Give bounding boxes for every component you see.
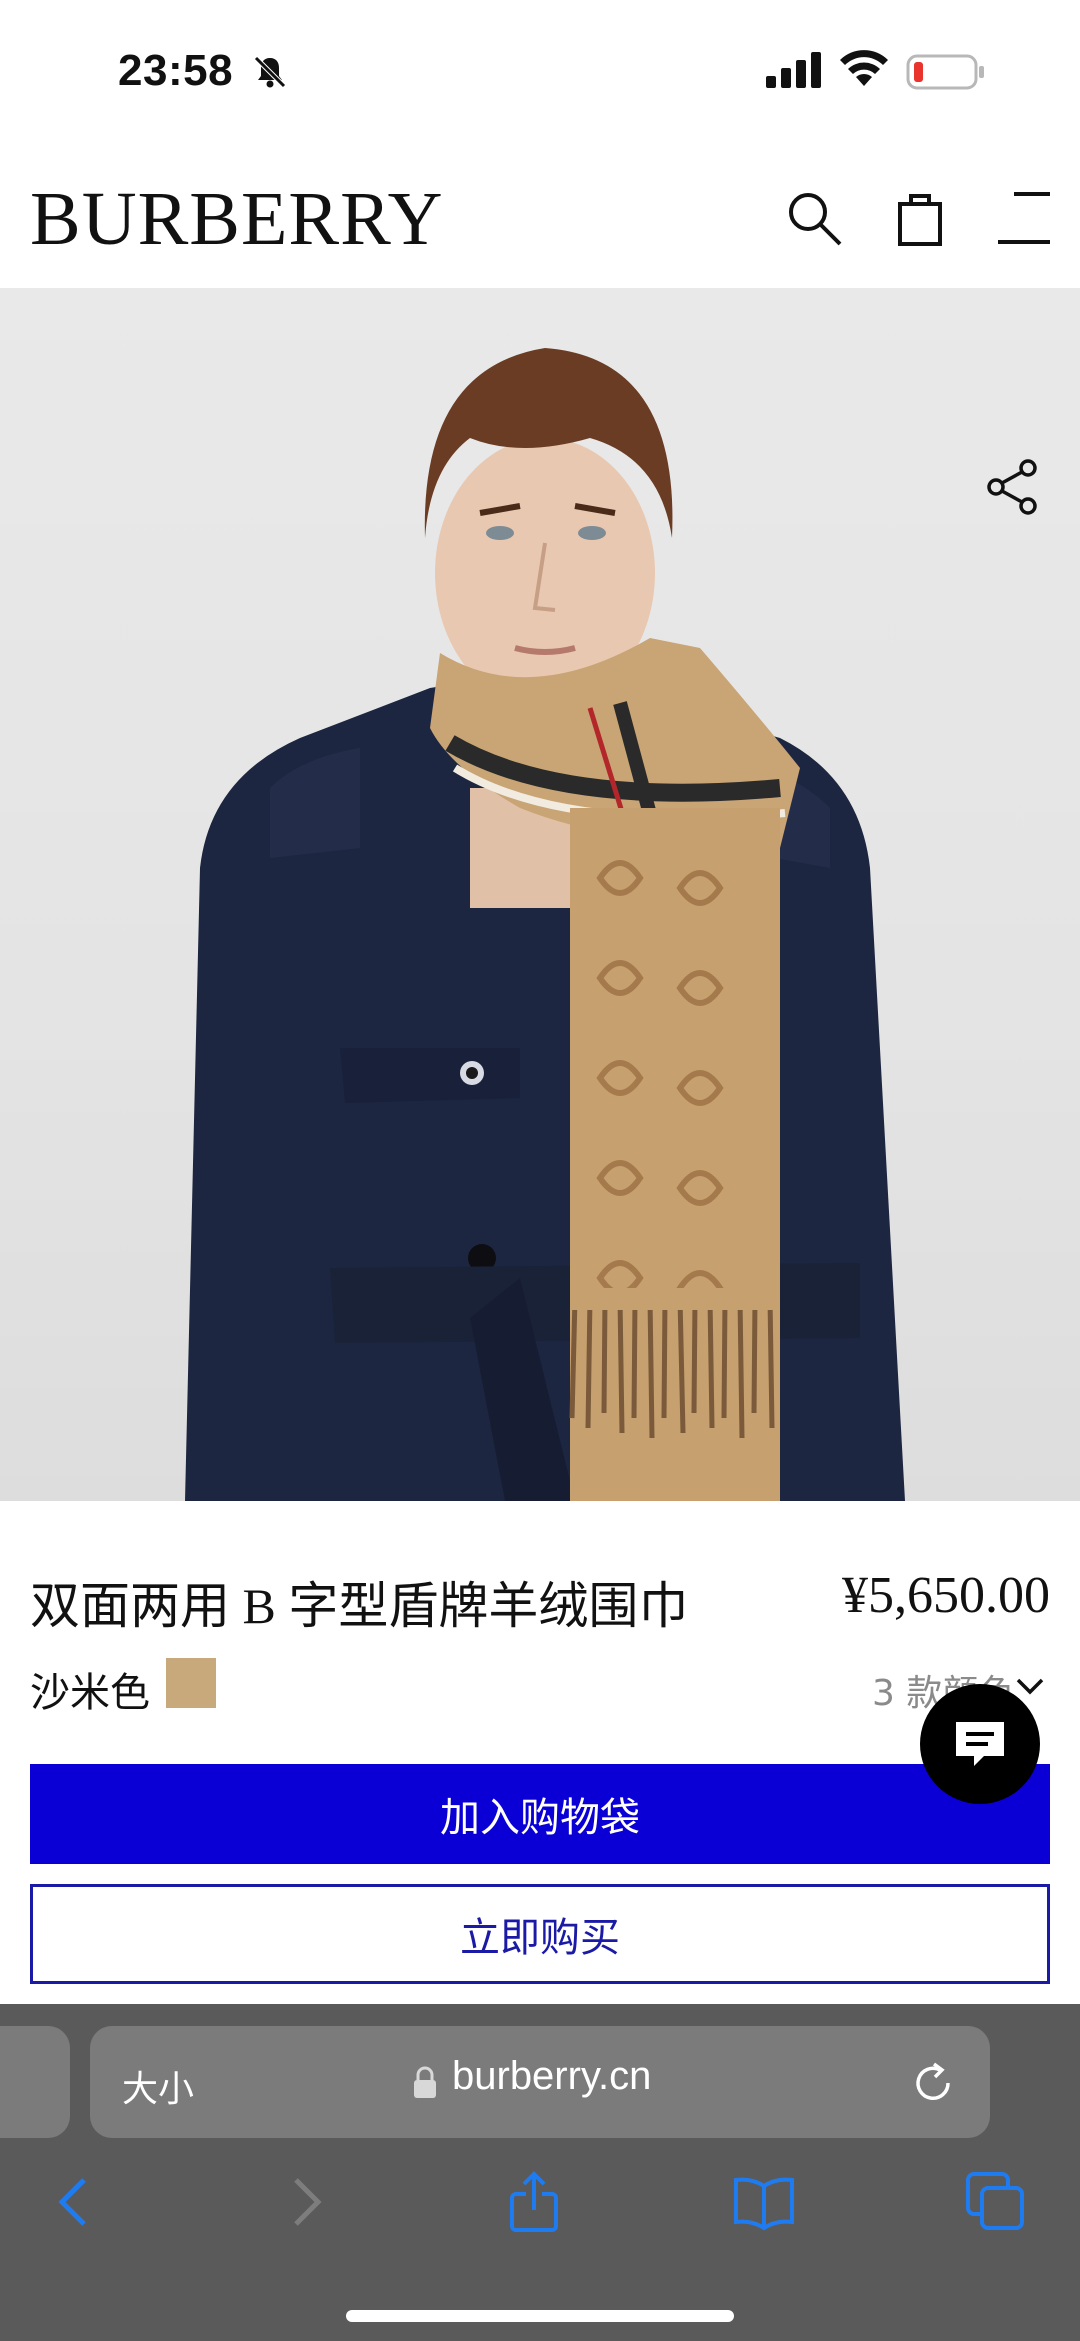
search-icon[interactable]	[782, 186, 846, 250]
home-indicator[interactable]	[346, 2310, 734, 2322]
share-sheet-icon[interactable]	[502, 2170, 566, 2234]
chat-button[interactable]	[920, 1684, 1040, 1804]
browser-chrome: 大小 burberry.cn	[0, 2004, 1080, 2341]
share-icon[interactable]	[984, 458, 1042, 516]
bag-icon[interactable]	[888, 186, 952, 250]
site-header: BURBERRY	[0, 150, 1080, 288]
reload-icon[interactable]	[910, 2060, 956, 2106]
previous-tab-preview[interactable]	[0, 2026, 70, 2138]
notifications-off-icon	[254, 56, 286, 88]
menu-icon[interactable]	[996, 186, 1060, 250]
product-image[interactable]	[0, 288, 1080, 1501]
signal-icon	[766, 52, 821, 88]
color-name: 沙米色	[30, 1670, 150, 1716]
address-bar[interactable]: 大小 burberry.cn	[90, 2026, 990, 2138]
color-swatch[interactable]	[166, 1658, 216, 1708]
battery-icon	[906, 54, 984, 90]
status-bar: 23:58	[0, 0, 1080, 150]
status-time: 23:58	[118, 46, 234, 95]
bookmarks-icon[interactable]	[732, 2170, 796, 2234]
add-to-bag-button[interactable]: 加入购物袋	[30, 1764, 1050, 1864]
url-text[interactable]: burberry.cn	[452, 2054, 651, 2099]
product-price: ¥5,650.00	[842, 1567, 1050, 1624]
tabs-icon[interactable]	[964, 2170, 1028, 2234]
chat-icon	[956, 1722, 1004, 1766]
buy-now-button[interactable]: 立即购买	[30, 1884, 1050, 1984]
model-illustration	[185, 348, 905, 1501]
brand-logo[interactable]: BURBERRY	[30, 176, 443, 263]
lock-icon	[414, 2066, 436, 2098]
text-size-button[interactable]: 大小	[122, 2060, 194, 2112]
product-title: 双面两用 B 字型盾牌羊绒围巾	[30, 1578, 689, 1634]
forward-icon[interactable]	[274, 2170, 338, 2234]
back-icon[interactable]	[42, 2170, 106, 2234]
browser-toolbar	[0, 2164, 1080, 2244]
wifi-icon	[840, 50, 888, 86]
